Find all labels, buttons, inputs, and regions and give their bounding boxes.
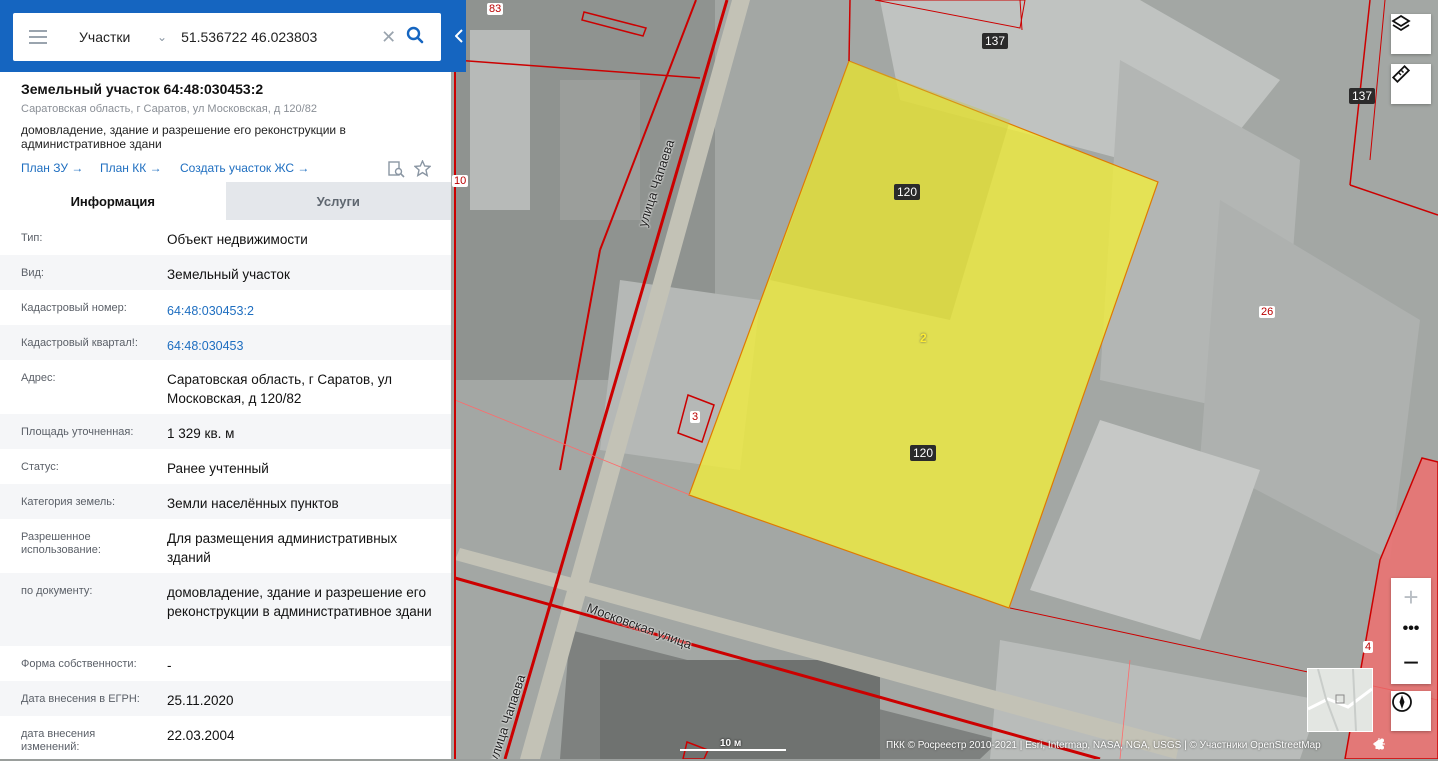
attr-label: по документу: bbox=[21, 585, 93, 597]
attr-row-type: Тип: Объект недвижимости bbox=[0, 220, 451, 255]
create-parcel-link[interactable]: Создать участок ЖС → bbox=[180, 161, 309, 175]
attr-label: Тип: bbox=[21, 232, 43, 244]
attr-row-cadastral-number: Кадастровый номер: 64:48:030453:2 bbox=[0, 290, 451, 325]
search-document-icon[interactable] bbox=[388, 161, 405, 178]
map-attribution: ПКК © Росреестр 2010-2021 | Esri, Interm… bbox=[886, 740, 1321, 751]
attr-value: Земельный участок bbox=[167, 267, 290, 282]
info-tabs: Информация Услуги bbox=[0, 182, 451, 220]
attr-label: Дата внесения в ЕГРН: bbox=[21, 693, 140, 705]
attr-label: Разрешенное использование: bbox=[21, 531, 101, 556]
attr-row-change-date: дата внесения изменений: 22.03.2004 bbox=[0, 716, 451, 761]
layer-type-select[interactable]: Участки bbox=[79, 29, 143, 45]
attr-label: Форма собственности: bbox=[21, 658, 137, 670]
search-box: Участки ⌄ ✕ bbox=[13, 13, 441, 61]
collapse-panel-button[interactable] bbox=[451, 0, 466, 72]
attr-row-land-category: Категория земель: Земли населённых пункт… bbox=[0, 484, 451, 519]
attr-value: Для размещения административных зданий bbox=[167, 531, 398, 565]
scale-line bbox=[680, 749, 786, 751]
menu-icon[interactable] bbox=[29, 30, 47, 44]
attr-row-by-document: по документу: домовладение, здание и раз… bbox=[0, 573, 451, 646]
search-input[interactable] bbox=[179, 28, 380, 46]
ruler-icon bbox=[1391, 64, 1411, 84]
attr-row-address: Адрес: Саратовская область, г Саратов, у… bbox=[0, 360, 451, 414]
locate-button[interactable] bbox=[1391, 691, 1431, 731]
attr-value: Ранее учтенный bbox=[167, 461, 269, 476]
parcel-description: домовладение, здание и разрешение его ре… bbox=[21, 123, 346, 151]
star-icon[interactable] bbox=[414, 160, 431, 177]
map-label-10: 10 bbox=[452, 175, 469, 187]
attr-value: 25.11.2020 bbox=[167, 693, 234, 708]
zoom-in-button[interactable]: + bbox=[1391, 578, 1431, 616]
attributes-table: Тип: Объект недвижимости Вид: Земельный … bbox=[0, 220, 451, 761]
minimap[interactable] bbox=[1307, 668, 1373, 732]
attr-label: Площадь уточненная: bbox=[21, 426, 134, 438]
scale-bar: 10 м bbox=[680, 738, 786, 752]
measure-button[interactable] bbox=[1391, 64, 1431, 104]
search-button[interactable] bbox=[406, 26, 424, 49]
search-icon bbox=[406, 26, 424, 43]
attr-value: Объект недвижимости bbox=[167, 232, 308, 247]
map-label-83: 83 bbox=[487, 3, 504, 15]
attr-label: Кадастровый номер: bbox=[21, 302, 127, 314]
attr-value: 1 329 кв. м bbox=[167, 426, 235, 441]
parcel-title: Земельный участок 64:48:030453:2 bbox=[21, 81, 264, 97]
map-label-4: 4 bbox=[1363, 641, 1374, 653]
attr-row-ownership: Форма собственности: - bbox=[0, 646, 451, 681]
attr-row-cadastral-quarter: Кадастровый квартал!: 64:48:030453 bbox=[0, 325, 451, 360]
map-label-120-bottom: 120 bbox=[910, 445, 937, 461]
search-header: Участки ⌄ ✕ bbox=[0, 0, 466, 72]
chevron-down-icon[interactable]: ⌄ bbox=[157, 30, 167, 44]
layers-button[interactable] bbox=[1391, 14, 1431, 54]
zoom-controls: + ••• − bbox=[1391, 578, 1431, 684]
attr-label: Адрес: bbox=[21, 372, 56, 384]
cadastral-quarter-link[interactable]: 64:48:030453 bbox=[167, 337, 437, 356]
tab-services[interactable]: Услуги bbox=[225, 182, 451, 220]
parcel-address: Саратовская область, г Саратов, ул Моско… bbox=[21, 103, 317, 115]
attr-value: домовладение, здание и разрешение его ре… bbox=[167, 585, 432, 619]
attr-row-egrn-date: Дата внесения в ЕГРН: 25.11.2020 bbox=[0, 681, 451, 716]
map-label-137: 137 bbox=[982, 33, 1009, 49]
map-label-3: 3 bbox=[690, 411, 701, 423]
map-label-137-right: 137 bbox=[1349, 88, 1376, 104]
chevron-left-icon bbox=[454, 29, 463, 43]
scale-label: 10 м bbox=[720, 738, 742, 749]
attr-value: - bbox=[167, 658, 172, 673]
attr-row-area: Площадь уточненная: 1 329 кв. м bbox=[0, 414, 451, 449]
zoom-out-button[interactable]: − bbox=[1391, 642, 1431, 684]
clear-search-icon[interactable]: ✕ bbox=[381, 27, 396, 48]
cadastral-number-link[interactable]: 64:48:030453:2 bbox=[167, 302, 437, 321]
attr-label: Вид: bbox=[21, 267, 44, 279]
attr-label: Категория земель: bbox=[21, 496, 116, 508]
attr-value: Саратовская область, г Саратов, ул Моско… bbox=[167, 372, 393, 406]
attr-row-permitted-use: Разрешенное использование: Для размещени… bbox=[0, 519, 451, 573]
compass-icon bbox=[1392, 692, 1412, 712]
attr-row-status: Статус: Ранее учтенный bbox=[0, 449, 451, 484]
attr-label: Статус: bbox=[21, 461, 59, 473]
map-label-120-top: 120 bbox=[894, 184, 921, 200]
attr-label: Кадастровый квартал!: bbox=[21, 337, 138, 349]
map-label-parcel-2: 2 bbox=[920, 331, 927, 345]
attr-value: 22.03.2004 bbox=[167, 728, 235, 743]
plan-zu-link[interactable]: План ЗУ → bbox=[21, 161, 83, 175]
attr-label: дата внесения изменений: bbox=[21, 728, 96, 753]
parcel-card-header: Земельный участок 64:48:030453:2 Саратов… bbox=[0, 72, 451, 182]
layers-icon bbox=[1391, 14, 1411, 32]
map-label-26: 26 bbox=[1259, 306, 1276, 318]
plan-kk-link[interactable]: План КК → bbox=[100, 161, 162, 175]
tab-information[interactable]: Информация bbox=[0, 182, 226, 220]
attr-value: Земли населённых пунктов bbox=[167, 496, 339, 511]
more-options-button[interactable]: ••• bbox=[1391, 616, 1431, 642]
minimap-canvas bbox=[1308, 669, 1372, 731]
share-icon[interactable] bbox=[1373, 738, 1385, 750]
attr-row-kind: Вид: Земельный участок bbox=[0, 255, 451, 290]
